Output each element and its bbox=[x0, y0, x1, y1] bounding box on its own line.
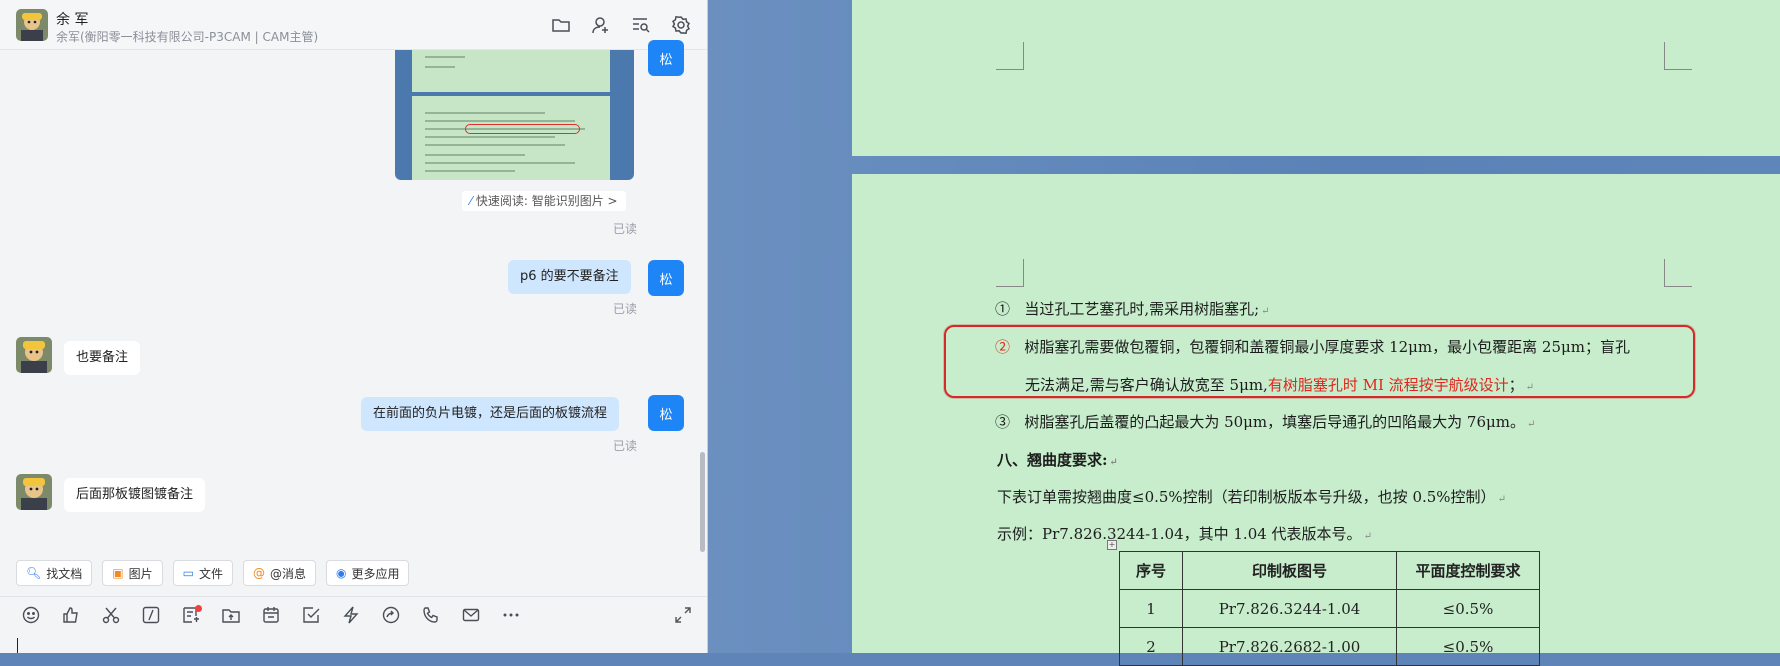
checkbox-icon[interactable] bbox=[300, 604, 322, 626]
table-header-cell: 平面度控制要求 bbox=[1396, 551, 1540, 590]
table-cell: 1 bbox=[1119, 589, 1183, 628]
paragraph-text: 示例：Pr7.826.3244-1.04，其中 1.04 代表版本号。 bbox=[997, 525, 1362, 543]
table-cell: ≤0.5% bbox=[1396, 589, 1540, 628]
doc-paragraph: 下表订单需按翘曲度≤0.5%控制（若印制板版本号升级，也按 0.5%控制） ↵ bbox=[997, 486, 1506, 507]
doc-paragraph: 示例：Pr7.826.3244-1.04，其中 1.04 代表版本号。 ↵ bbox=[997, 523, 1372, 544]
doc-item-3: ③ 树脂塞孔后盖覆的凸起最大为 50μm，填塞后导通孔的凹陷最大为 76μm。 ↵ bbox=[995, 411, 1535, 432]
file-label: 文件 bbox=[198, 566, 223, 581]
image-message-thumbnail[interactable] bbox=[395, 50, 634, 180]
paragraph-mark: ↵ bbox=[1109, 457, 1118, 468]
read-status: 已读 bbox=[613, 439, 638, 453]
table-cell: ≤0.5% bbox=[1396, 627, 1540, 666]
read-status: 已读 bbox=[613, 222, 638, 236]
mention-button[interactable]: @ @消息 bbox=[242, 560, 316, 586]
table-row: 1 Pr7.826.3244-1.04 ≤0.5% bbox=[1119, 589, 1540, 628]
document-page-previous bbox=[852, 0, 1780, 156]
chat-header: 余 军 余军(衡阳零一科技有限公司-P3CAM | CAM主管) bbox=[0, 0, 707, 50]
message-bubble-sent[interactable]: 在前面的负片电镀，还是后面的板镀流程 bbox=[361, 397, 620, 431]
chat-window: 余 军 余军(衡阳零一科技有限公司-P3CAM | CAM主管) 松 ⁄ 快速阅… bbox=[0, 0, 708, 653]
chat-scrollbar[interactable] bbox=[700, 452, 705, 552]
message-input-caret[interactable] bbox=[17, 638, 18, 653]
contact-avatar[interactable] bbox=[16, 474, 52, 510]
contact-subtitle: 余军(衡阳零一科技有限公司-P3CAM | CAM主管) bbox=[56, 30, 319, 44]
message-bubble-received[interactable]: 也要备注 bbox=[64, 341, 141, 375]
message-bubble-received[interactable]: 后面那板镀图镀备注 bbox=[64, 478, 206, 512]
calendar-icon[interactable] bbox=[260, 604, 282, 626]
table-cell: 2 bbox=[1119, 627, 1183, 666]
thumbs-up-icon[interactable] bbox=[60, 604, 82, 626]
more-apps-label: 更多应用 bbox=[351, 566, 400, 581]
doc-search-icon: 🔍︎ bbox=[26, 566, 42, 580]
image-label: 图片 bbox=[128, 566, 153, 581]
upload-icon[interactable] bbox=[220, 604, 242, 626]
input-toolbar bbox=[20, 604, 522, 626]
paragraph-text: 下表订单需按翘曲度≤0.5%控制（若印制板版本号升级，也按 0.5%控制） bbox=[997, 488, 1496, 506]
table-move-handle[interactable]: + bbox=[1107, 540, 1117, 550]
item-number: ③ bbox=[995, 413, 1011, 431]
table-header-row: 序号 印制板图号 平面度控制要求 bbox=[1119, 551, 1540, 590]
expand-icon[interactable] bbox=[674, 606, 694, 626]
item-number: ① bbox=[995, 300, 1011, 318]
find-doc-label: 找文档 bbox=[46, 566, 83, 581]
settings-icon[interactable] bbox=[670, 14, 692, 36]
contact-avatar[interactable] bbox=[16, 9, 48, 41]
folder-icon[interactable] bbox=[550, 14, 572, 36]
more-apps-button[interactable]: ◉ 更多应用 bbox=[325, 560, 410, 586]
form-icon[interactable] bbox=[180, 604, 202, 626]
item-text: 当过孔工艺塞孔时,需采用树脂塞孔; bbox=[1024, 300, 1260, 318]
quick-actions-bar: 🔍︎ 找文档 ▣ 图片 ▭ 文件 @ @消息 ◉ 更多应用 bbox=[16, 560, 410, 586]
section-heading-text: 八、翘曲度要求: bbox=[997, 451, 1108, 469]
image-button[interactable]: ▣ 图片 bbox=[102, 560, 163, 586]
input-divider bbox=[0, 596, 707, 597]
contact-name[interactable]: 余 军 bbox=[56, 9, 88, 29]
screen-share-icon[interactable] bbox=[380, 604, 402, 626]
warpage-table: 序号 印制板图号 平面度控制要求 1 Pr7.826.3244-1.04 ≤0.… bbox=[1119, 551, 1540, 666]
scissors-icon[interactable] bbox=[100, 604, 122, 626]
image-icon: ▣ bbox=[112, 566, 124, 580]
message-bubble-sent[interactable]: p6 的要不要备注 bbox=[508, 260, 631, 294]
paragraph-mark: ↵ bbox=[1497, 494, 1506, 505]
paragraph-mark: ↵ bbox=[1527, 419, 1536, 430]
table-header-cell: 印制板图号 bbox=[1182, 551, 1397, 590]
contact-avatar[interactable] bbox=[16, 337, 52, 373]
paragraph-mark: ↵ bbox=[1261, 306, 1270, 317]
slash-icon[interactable] bbox=[140, 604, 162, 626]
paragraph-mark: ↵ bbox=[1363, 531, 1372, 542]
quick-read-link[interactable]: ⁄ 快速阅读: 智能识别图片 > bbox=[462, 191, 626, 211]
at-icon: @ bbox=[252, 566, 265, 580]
file-button[interactable]: ▭ 文件 bbox=[172, 560, 233, 586]
table-row: 2 Pr7.826.2682-1.00 ≤0.5% bbox=[1119, 627, 1540, 666]
my-avatar[interactable]: 松 bbox=[648, 40, 684, 76]
find-doc-button[interactable]: 🔍︎ 找文档 bbox=[16, 560, 93, 586]
my-avatar[interactable]: 松 bbox=[648, 260, 684, 296]
read-status: 已读 bbox=[613, 302, 638, 316]
table-header-cell: 序号 bbox=[1119, 551, 1183, 590]
lightning-icon[interactable] bbox=[340, 604, 362, 626]
item-text: 树脂塞孔后盖覆的凸起最大为 50μm，填塞后导通孔的凹陷最大为 76μm。 bbox=[1024, 413, 1525, 431]
folder-icon: ▭ bbox=[182, 566, 194, 580]
add-user-icon[interactable] bbox=[590, 14, 612, 36]
red-annotation-box bbox=[944, 325, 1695, 398]
mail-icon[interactable] bbox=[460, 604, 482, 626]
notification-dot bbox=[195, 605, 202, 612]
mention-label: @消息 bbox=[269, 566, 306, 581]
doc-item-1: ① 当过孔工艺塞孔时,需采用树脂塞孔; ↵ bbox=[995, 298, 1270, 319]
emoji-icon[interactable] bbox=[20, 604, 42, 626]
quick-read-label: 快速阅读: 智能识别图片 > bbox=[475, 194, 618, 208]
table-cell: Pr7.826.2682-1.00 bbox=[1182, 627, 1397, 666]
apps-icon: ◉ bbox=[335, 566, 347, 580]
section-heading: 八、翘曲度要求: ↵ bbox=[997, 449, 1118, 470]
my-avatar[interactable]: 松 bbox=[648, 395, 684, 431]
search-history-icon[interactable] bbox=[630, 14, 652, 36]
sparkle-icon: ⁄ bbox=[470, 194, 473, 208]
phone-icon[interactable] bbox=[420, 604, 442, 626]
more-icon[interactable] bbox=[500, 604, 522, 626]
table-cell: Pr7.826.3244-1.04 bbox=[1182, 589, 1397, 628]
